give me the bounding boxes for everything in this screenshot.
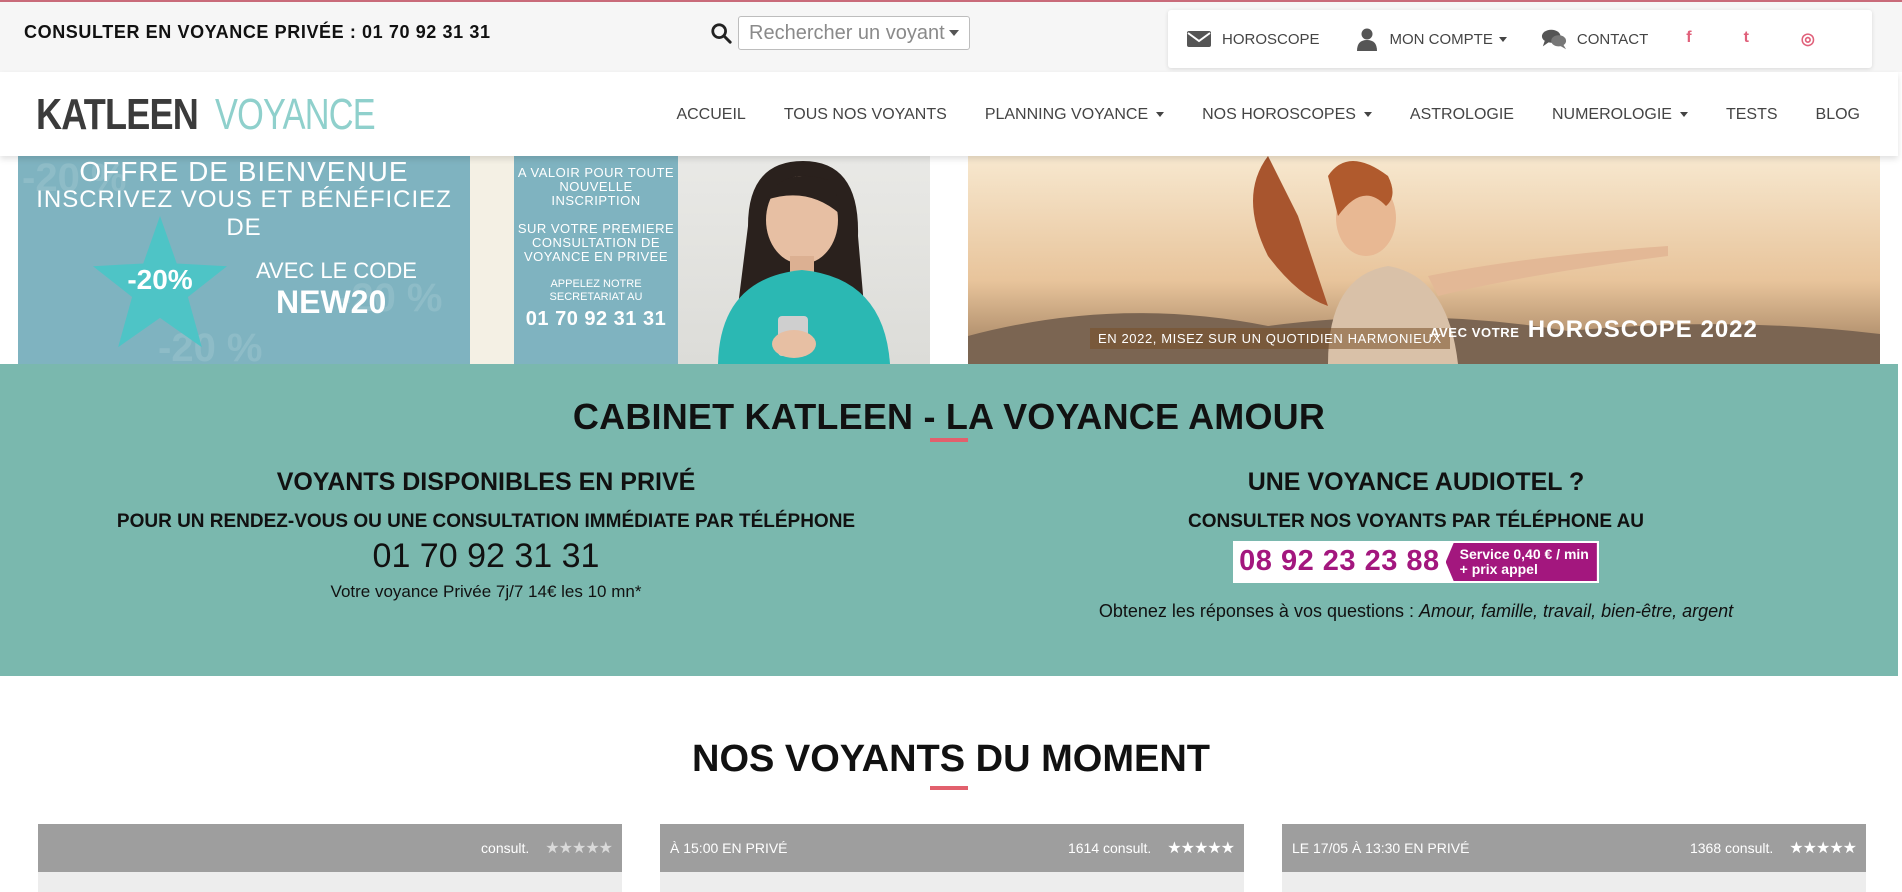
answers-topics: Amour, famille, travail, bien-être, arge… [1419,601,1734,621]
rating-stars-icon: ★★★★★ [545,840,613,857]
woman-phone-photo [678,156,930,364]
instagram-icon[interactable]: ◎ [1801,29,1815,49]
chat-bubbles-icon [1541,29,1566,50]
offer-detail-2: SUR VOTRE PREMIERE CONSULTATION DE VOYAN… [517,221,675,264]
account-label: MON COMPTE [1390,31,1507,48]
contact-label: CONTACT [1576,30,1649,48]
main-navbar: KATLEEN VOYANCE ACCUEIL TOUS NOS VOYANTS… [0,72,1898,156]
horoscope-cta-title: HOROSCOPE 2022 [1527,316,1758,343]
consult-count: consult. [481,840,530,856]
search-area: Rechercher un voyant [710,16,970,50]
account-dropdown[interactable]: MON COMPTE [1354,27,1507,51]
voyant-status: LE 17/05 À 13:30 EN PRIVÉ [1292,840,1470,856]
voyants-section-title: NOS VOYANTS DU MOMENT [692,738,1210,780]
welcome-offer-banner[interactable]: -20 % -20 % -20 % OFFRE DE BIENVENUE INS… [18,156,930,364]
consult-phone-line: CONSULTER EN VOYANCE PRIVÉE : 01 70 92 3… [24,22,491,42]
title-underline [930,786,968,790]
voyant-card[interactable]: À 15:00 EN PRIVÉ 1614 consult. ★★★★★ [660,824,1244,892]
service-extra: + prix appel [1459,561,1538,577]
nav-item-accueil[interactable]: ACCUEIL [676,106,745,124]
social-links: f t ◎ [1686,29,1815,49]
offer-panel: -20 % -20 % -20 % OFFRE DE BIENVENUE INS… [18,156,470,364]
chevron-down-icon [949,30,959,36]
nav-item-nos-horoscopes[interactable]: NOS HOROSCOPES [1202,106,1372,124]
top-menu: HOROSCOPE MON COMPTE CONTACT f t ◎ [1168,10,1872,68]
logo-main: KATLEEN [36,90,199,139]
private-subheading: POUR UN RENDEZ-VOUS OU UNE CONSULTATION … [116,511,856,532]
title-underline [930,438,968,442]
promo-code: NEW20 [276,284,387,320]
top-bar: CONSULTER EN VOYANCE PRIVÉE : 01 70 92 3… [0,0,1902,72]
search-icon [711,23,732,44]
horoscope-cta-prefix: AVEC VOTRE [1430,325,1520,340]
offer-details-panel: A VALOIR POUR TOUTE NOUVELLE INSCRIPTION… [514,156,678,364]
voyant-meta: consult. ★★★★★ [481,838,613,858]
private-consult-column: VOYANTS DISPONIBLES EN PRIVÉ POUR UN REN… [80,468,892,602]
search-placeholder: Rechercher un voyant [749,21,945,44]
logo-sub: VOYANCE [214,90,376,139]
nav-item-numerologie[interactable]: NUMEROLOGIE [1552,106,1688,124]
voyant-card[interactable]: consult. ★★★★★ [38,824,622,892]
audiotel-subheading: CONSULTER NOS VOYANTS PAR TÉLÉPHONE AU [1187,511,1645,532]
voyant-card-header: LE 17/05 À 13:30 EN PRIVÉ 1368 consult. … [1282,824,1866,872]
main-nav: ACCUEIL TOUS NOS VOYANTS PLANNING VOYANC… [676,106,1860,124]
twitter-icon[interactable]: t [1744,29,1749,49]
horoscope-link[interactable]: HOROSCOPE [1186,27,1320,51]
nav-item-tests[interactable]: TESTS [1726,106,1778,124]
woman-illustration [718,161,890,364]
voyant-meta: 1614 consult. ★★★★★ [1067,838,1235,858]
offer-detail-1: A VALOIR POUR TOUTE NOUVELLE INSCRIPTION [517,165,675,208]
audiotel-heading: UNE VOYANCE AUDIOTEL ? [1247,468,1585,496]
nav-item-blog[interactable]: BLOG [1816,106,1860,124]
audiotel-service-price: Service 0,40 € / min + prix appel [1445,543,1597,581]
rating-stars-icon: ★★★★★ [1167,840,1235,857]
audiotel-column: UNE VOYANCE AUDIOTEL ? CONSULTER NOS VOY… [1010,468,1822,622]
voyant-card[interactable]: LE 17/05 À 13:30 EN PRIVÉ 1368 consult. … [1282,824,1866,892]
horoscope-cta: AVEC VOTRE HOROSCOPE 2022 [1430,316,1758,344]
contact-link[interactable]: CONTACT [1541,27,1648,51]
envelope-icon [1187,31,1211,47]
offer-phone: 01 70 92 31 31 [525,308,667,330]
voyant-status: À 15:00 EN PRIVÉ [670,840,788,856]
nav-item-tous-nos-voyants[interactable]: TOUS NOS VOYANTS [784,106,947,124]
nav-item-planning-voyance[interactable]: PLANNING VOYANCE [985,106,1164,124]
horoscope-caption: EN 2022, MISEZ SUR UN QUOTIDIEN HARMONIE… [1090,328,1450,349]
cabinet-title: CABINET KATLEEN - LA VOYANCE AMOUR [572,396,1326,437]
site-logo[interactable]: KATLEEN VOYANCE [36,90,420,140]
banner-divider [470,156,514,364]
offer-detail-3: APPELEZ NOTRE SECRETARIAT AU [549,278,643,303]
discount-value: -20% [127,264,193,295]
offer-title: OFFRE DE BIENVENUE [79,156,409,187]
code-label: AVEC LE CODE [256,258,417,283]
cabinet-section: CABINET KATLEEN - LA VOYANCE AMOUR VOYAN… [0,364,1898,676]
answers-line: Obtenez les réponses à vos questions : A… [1010,601,1822,622]
user-icon [1356,28,1377,51]
private-heading: VOYANTS DISPONIBLES EN PRIVÉ [276,468,696,496]
nav-item-astrologie[interactable]: ASTROLOGIE [1410,106,1514,124]
facebook-icon[interactable]: f [1686,29,1691,49]
consult-count: 1368 consult. [1689,840,1774,856]
voyant-card-header: À 15:00 EN PRIVÉ 1614 consult. ★★★★★ [660,824,1244,872]
private-pricing: Votre voyance Privée 7j/7 14€ les 10 mn* [330,582,642,601]
offer-subtitle: INSCRIVEZ VOUS ET BÉNÉFICIEZ DE [36,186,452,241]
rating-stars-icon: ★★★★★ [1789,840,1857,857]
horoscope-label: HOROSCOPE [1222,30,1320,48]
voyant-card-header: consult. ★★★★★ [38,824,622,872]
voyant-cards: consult. ★★★★★ À 15:00 EN PRIVÉ 1614 con… [38,824,1866,892]
service-rate: Service 0,40 € / min [1459,546,1589,562]
voyant-meta: 1368 consult. ★★★★★ [1689,838,1857,858]
consult-count: 1614 consult. [1067,840,1152,856]
private-phone[interactable]: 01 70 92 31 31 [80,537,892,576]
audiotel-number-badge[interactable]: 08 92 23 23 88 Service 0,40 € / min + pr… [1233,541,1599,583]
voyant-search-select[interactable]: Rechercher un voyant [738,16,970,50]
answers-prefix: Obtenez les réponses à vos questions : [1098,601,1420,621]
horoscope-2022-banner[interactable]: EN 2022, MISEZ SUR UN QUOTIDIEN HARMONIE… [968,156,1880,364]
audiotel-number: 08 92 23 23 88 [1239,545,1440,577]
